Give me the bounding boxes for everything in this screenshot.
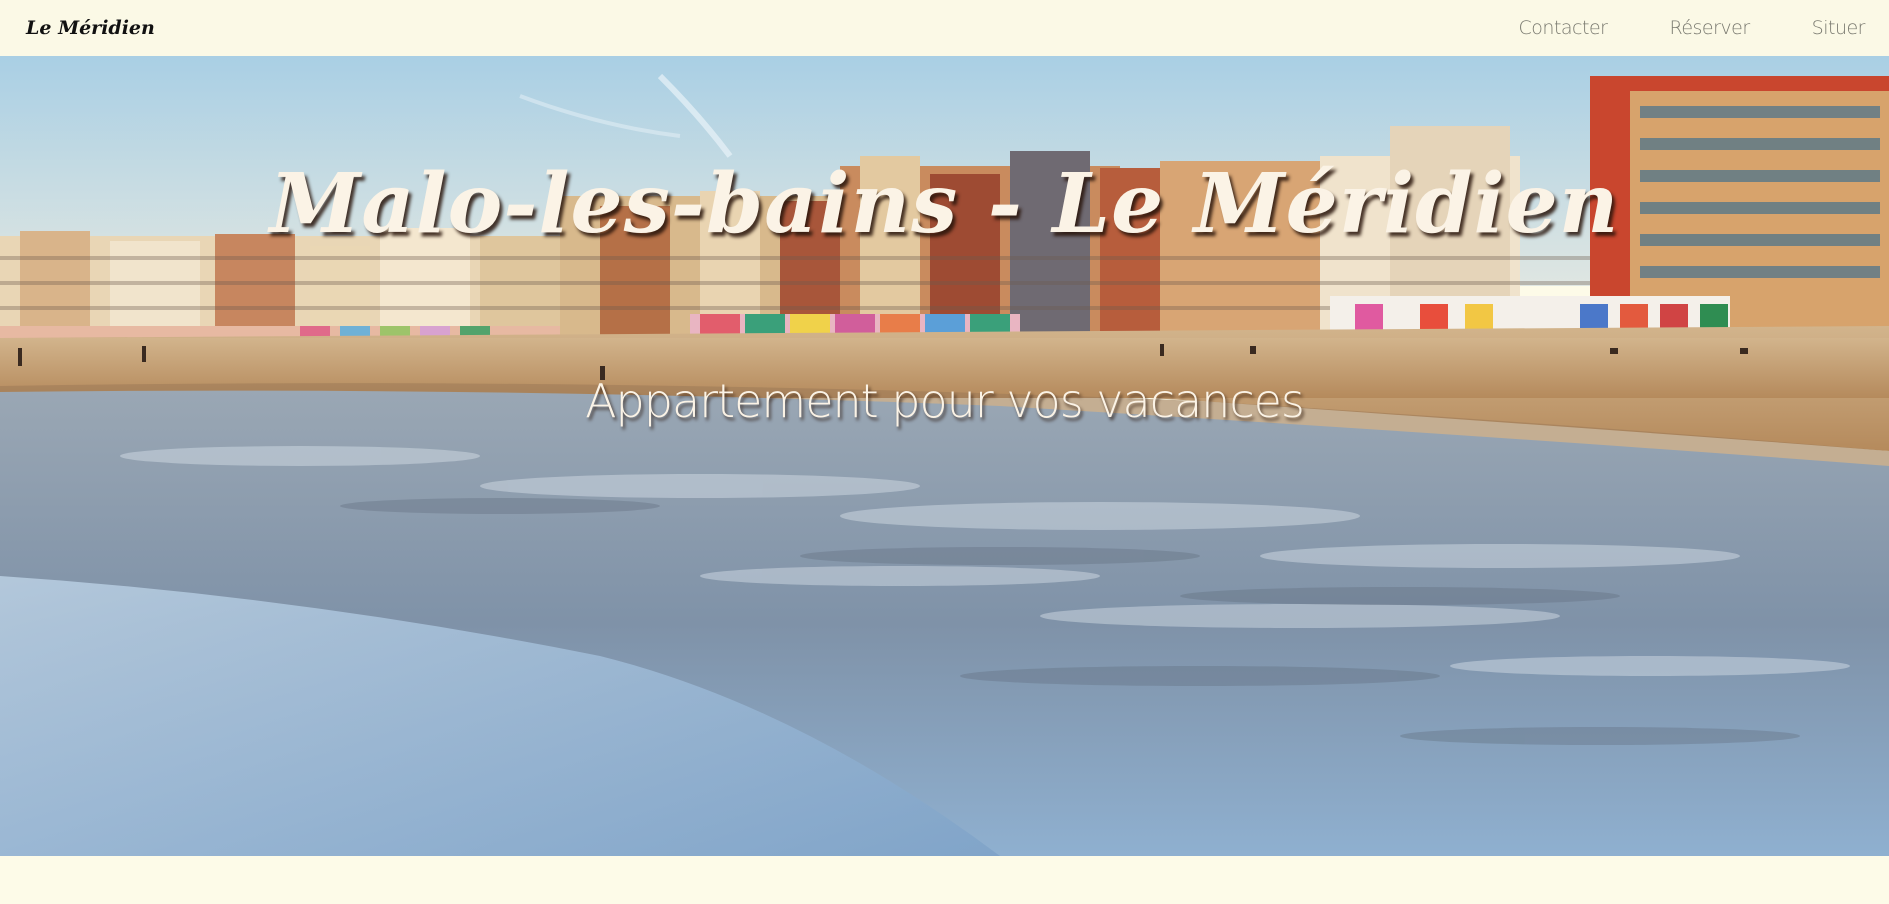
hero-subtitle: Appartement pour vos vacances bbox=[585, 374, 1305, 428]
nav-links: Contacter Réserver Situer bbox=[1457, 17, 1866, 39]
top-navbar: Le Méridien Contacter Réserver Situer bbox=[0, 0, 1889, 56]
hero-banner: Malo-les-bains - Le Méridien Appartement… bbox=[0, 56, 1889, 856]
nav-link-contacter[interactable]: Contacter bbox=[1519, 17, 1608, 39]
nav-link-situer[interactable]: Situer bbox=[1812, 17, 1866, 39]
brand-logo-link[interactable]: Le Méridien bbox=[26, 17, 155, 39]
nav-link-reserver[interactable]: Réserver bbox=[1669, 17, 1750, 39]
page-background-band bbox=[0, 856, 1889, 904]
hero-title: Malo-les-bains - Le Méridien bbox=[269, 156, 1620, 252]
